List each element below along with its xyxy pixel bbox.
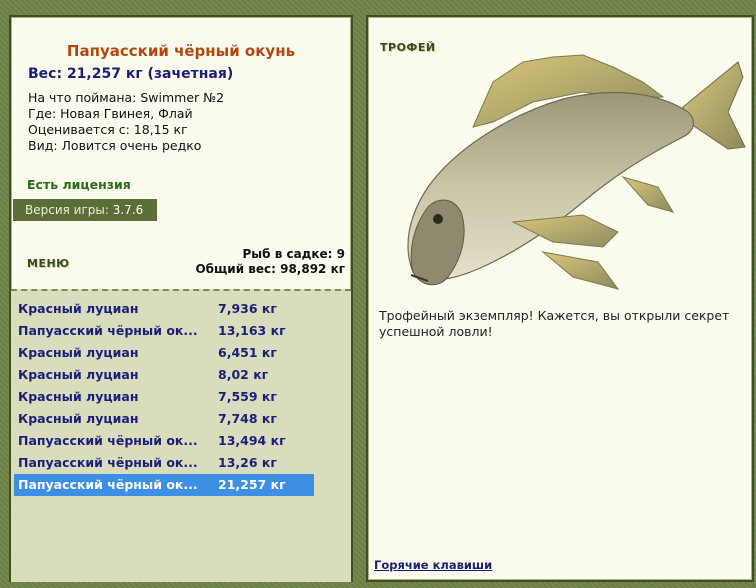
catch-name: Папуасский чёрный ок...: [18, 455, 198, 470]
list-item[interactable]: Красный луциан 8,02 кг: [14, 364, 314, 386]
fish-count: Рыб в садке: 9: [242, 247, 346, 261]
catch-weight: 21,257 кг: [218, 477, 286, 492]
catch-weight: 13,494 кг: [218, 433, 286, 448]
list-item[interactable]: Красный луциан 6,451 кг: [14, 342, 314, 364]
trophy-panel: ТРОФЕЙ Трофейный экземпляр! Кажется, вы …: [366, 15, 754, 582]
catch-name: Красный луциан: [18, 367, 139, 382]
fish-kind: Вид: Ловится очень редко: [28, 138, 202, 153]
catch-name: Красный луциан: [18, 411, 139, 426]
location: Где: Новая Гвинея, Флай: [28, 106, 193, 121]
license-status: Есть лицензия: [27, 177, 131, 192]
list-item[interactable]: Красный луциан 7,936 кг: [14, 298, 314, 320]
catch-name: Красный луциан: [18, 389, 139, 404]
hotkeys-link[interactable]: Горячие клавиши: [374, 558, 492, 572]
catch-name: Папуасский чёрный ок...: [18, 323, 198, 338]
list-item[interactable]: Папуасский чёрный ок... 13,163 кг: [14, 320, 314, 342]
catch-name: Папуасский чёрный ок...: [18, 477, 198, 492]
version-bar: Версия игры: 3.7.6: [13, 199, 157, 221]
fish-weight: Вес: 21,257 кг (зачетная): [28, 66, 234, 82]
trophy-message: Трофейный экземпляр! Кажется, вы открыли…: [379, 308, 730, 339]
catch-weight: 7,748 кг: [218, 411, 277, 426]
total-weight: Общий вес: 98,892 кг: [195, 262, 345, 276]
fish-image: [407, 54, 746, 290]
catch-weight: 13,163 кг: [218, 323, 286, 338]
catch-list: Красный луциан 7,936 кг Папуасский чёрны…: [11, 289, 351, 582]
catch-weight: 6,451 кг: [218, 345, 277, 360]
version-value: 3.7.6: [112, 203, 144, 217]
fish-info-panel: Папуасский чёрный окунь Вес: 21,257 кг (…: [9, 15, 353, 582]
catch-weight: 8,02 кг: [218, 367, 269, 382]
caught-with: На что поймана: Swimmer №2: [28, 90, 225, 105]
catch-summary: Рыб в садке: 9 Общий вес: 98,892 кг: [195, 247, 345, 277]
version-label: Версия игры:: [25, 203, 109, 217]
list-item-selected[interactable]: Папуасский чёрный ок... 21,257 кг: [14, 474, 314, 496]
catch-weight: 13,26 кг: [218, 455, 277, 470]
catch-weight: 7,936 кг: [218, 301, 277, 316]
menu-button[interactable]: МЕНЮ: [27, 257, 70, 270]
list-item[interactable]: Красный луциан 7,559 кг: [14, 386, 314, 408]
rated-from: Оценивается с: 18,15 кг: [28, 122, 188, 137]
catch-weight: 7,559 кг: [218, 389, 277, 404]
fish-title: Папуасский чёрный окунь: [66, 42, 296, 60]
catch-name: Красный луциан: [18, 345, 139, 360]
catch-name: Красный луциан: [18, 301, 139, 316]
list-item[interactable]: Папуасский чёрный ок... 13,26 кг: [14, 452, 314, 474]
list-item[interactable]: Папуасский чёрный ок... 13,494 кг: [14, 430, 314, 452]
list-item[interactable]: Красный луциан 7,748 кг: [14, 408, 314, 430]
catch-name: Папуасский чёрный ок...: [18, 433, 198, 448]
